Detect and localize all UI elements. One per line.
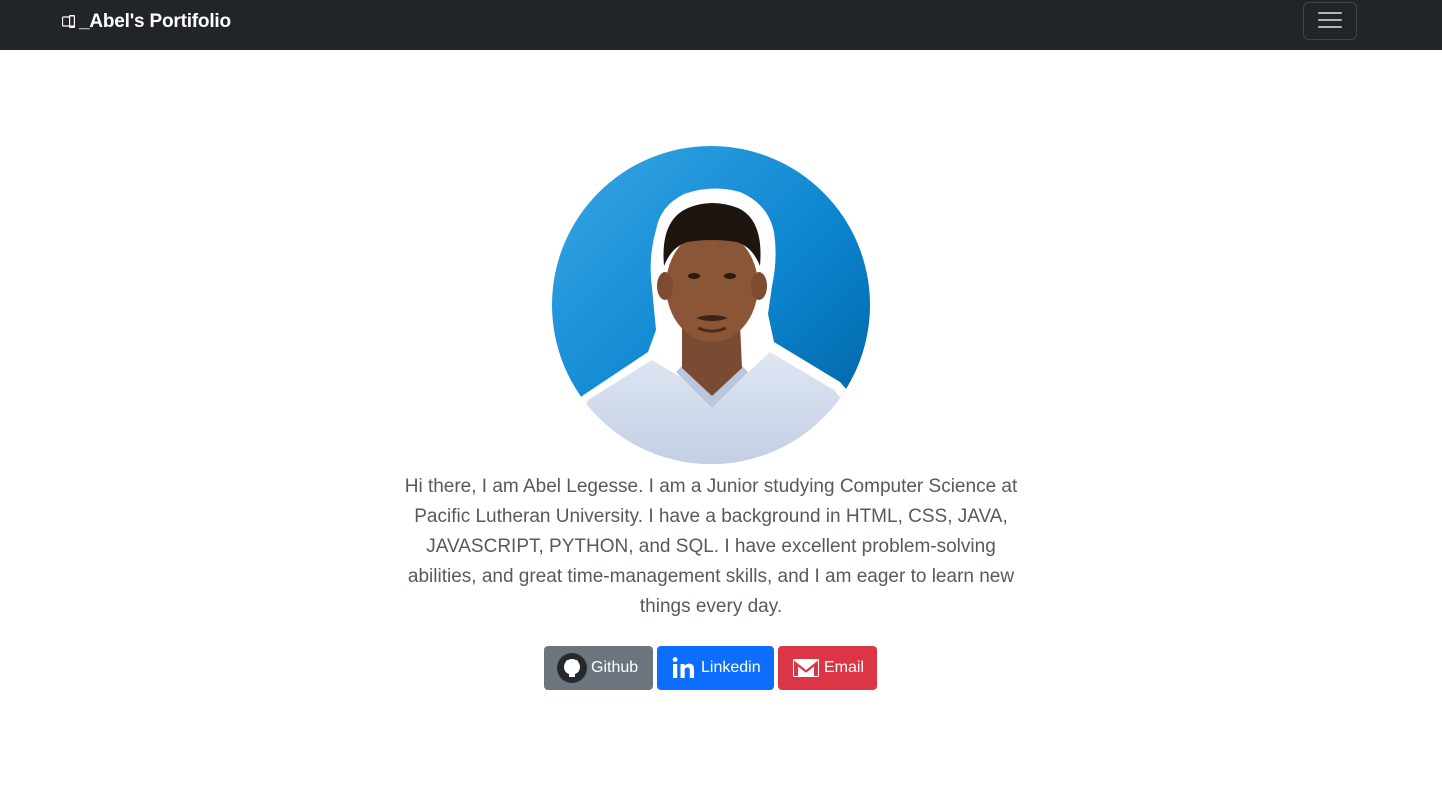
- linkedin-button[interactable]: Linkedin: [657, 646, 774, 690]
- linkedin-label: Linkedin: [701, 659, 761, 676]
- github-button[interactable]: Github: [544, 646, 653, 690]
- github-label: Github: [591, 659, 639, 676]
- profile-photo: [552, 146, 870, 464]
- bio-text: Hi there, I am Abel Legesse. I am a Juni…: [404, 476, 1018, 617]
- linkedin-icon: [671, 655, 697, 681]
- github-icon: [557, 653, 587, 683]
- gmail-icon: [792, 657, 820, 679]
- navbar-toggle-button[interactable]: [1303, 2, 1357, 40]
- brand-link[interactable]: _Abel's Portifolio: [61, 11, 231, 33]
- hamburger-menu-icon: [1317, 9, 1343, 34]
- brand-label: _Abel's Portifolio: [79, 11, 231, 32]
- top-navbar: _Abel's Portifolio: [0, 0, 1442, 50]
- mobile-device-icon: [61, 14, 78, 30]
- email-label: Email: [824, 659, 865, 676]
- email-button[interactable]: Email: [778, 646, 877, 690]
